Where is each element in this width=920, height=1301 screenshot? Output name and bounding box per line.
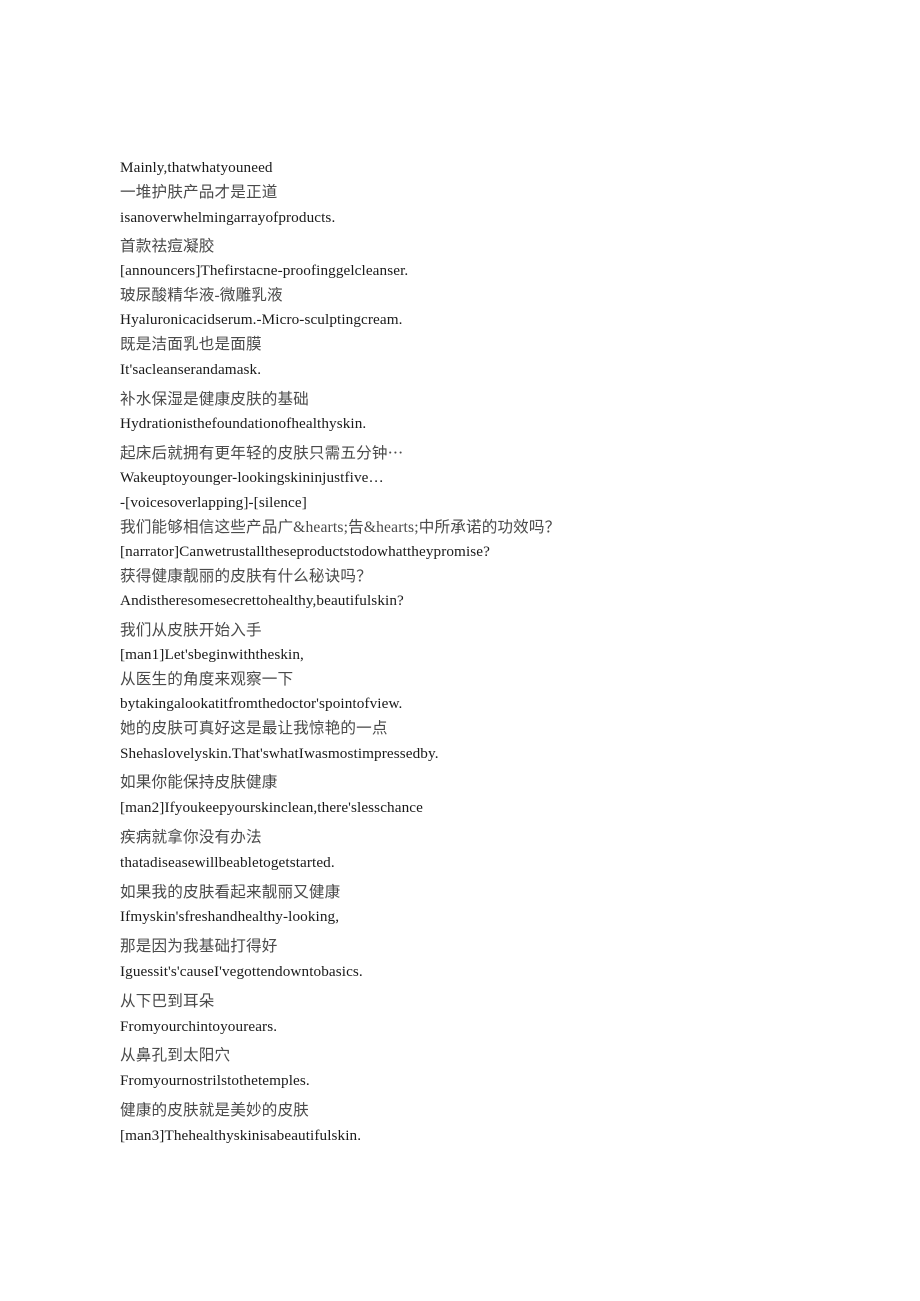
subtitle-line-english: It'sacleanserandamask. — [120, 360, 262, 378]
subtitle-group: 如果你能保持皮肤健康 [man2]Ifyoukeepyourskinclean,t… — [120, 771, 820, 821]
subtitle-group: 玻尿酸精华液-微雕乳液 Hyaluronicacidserum.-Micro-sc… — [120, 284, 820, 333]
subtitle-line-english: [narrator]Canwetrustalltheseproductstodo… — [120, 542, 490, 560]
subtitle-line-chinese: 从下巴到耳朵 — [120, 992, 215, 1010]
subtitle-group: 那是因为我基础打得好 Iguessit's'causeI'vegottendown… — [120, 935, 820, 985]
subtitle-line-english: Andistheresomesecrettohealthy,beautifuls… — [120, 592, 404, 610]
subtitle-line-english: thatadiseasewillbeabletogetstarted. — [120, 853, 335, 871]
subtitle-line-chinese: 那是因为我基础打得好 — [120, 938, 278, 956]
subtitle-line-chinese: 玻尿酸精华液-微雕乳液 — [120, 287, 283, 305]
subtitle-line-chinese: 我们从皮肤开始入手 — [120, 622, 262, 640]
subtitle-group: 起床后就拥有更年轻的皮肤只需五分钟⋯ Wakeuptoyounger-lookin… — [120, 442, 820, 516]
subtitle-line-english: Hydrationisthefoundationofhealthyskin. — [120, 415, 367, 433]
subtitle-line-chinese: 既是洁面乳也是面膜 — [120, 335, 262, 353]
subtitle-line-chinese: 获得健康靓丽的皮肤有什么秘诀吗？ — [120, 567, 372, 585]
subtitle-line-chinese: 健康的皮肤就是美妙的皮肤 — [120, 1101, 309, 1119]
subtitle-line-english: Iguessit's'causeI'vegottendowntobasics. — [120, 962, 363, 980]
subtitle-line-chinese: 如果我的皮肤看起来靓丽又健康 — [120, 883, 341, 901]
subtitle-line-english: [announcers]Thefirstacne-proofinggelclea… — [120, 262, 409, 280]
subtitle-line-chinese: 起床后就拥有更年轻的皮肤只需五分钟⋯ — [120, 445, 404, 463]
document-page: Mainly,thatwhatyouneed 一堆护肤产品才是正道 isanover… — [0, 0, 920, 1301]
subtitle-line-chinese: 首款祛痘凝胶 — [120, 238, 215, 256]
subtitle-group: 补水保湿是健康皮肤的基础 Hydrationisthefoundationofhe… — [120, 388, 820, 438]
subtitle-line-chinese: 从鼻孔到太阳穴 — [120, 1047, 231, 1065]
subtitle-line-chinese: 补水保湿是健康皮肤的基础 — [120, 390, 309, 408]
subtitle-group: 我们从皮肤开始入手 [man1]Let'sbeginwiththeskin, — [120, 619, 820, 668]
subtitle-line-english: Ifmyskin'sfreshandhealthy-looking, — [120, 908, 340, 926]
subtitle-line-english: bytakingalookatitfromthedoctor'spointofv… — [120, 694, 403, 712]
subtitle-line-chinese: 如果你能保持皮肤健康 — [120, 774, 278, 792]
subtitle-line-english: -[voicesoverlapping]-[silence] — [120, 493, 307, 511]
subtitle-line-chinese: 疾病就拿你没有办法 — [120, 828, 262, 846]
subtitle-line-english: [man3]Thehealthyskinisabeautifulskin. — [120, 1126, 362, 1144]
subtitle-group: 从鼻孔到太阳穴 Fromyournostrilstothetemples. — [120, 1044, 820, 1094]
subtitle-line-english: Hyaluronicacidserum.-Micro-sculptingcrea… — [120, 311, 403, 329]
subtitle-group: 如果我的皮肤看起来靓丽又健康 Ifmyskin'sfreshandhealthy-… — [120, 881, 820, 931]
subtitle-line-english: [man2]Ifyoukeepyourskinclean,there'sless… — [120, 799, 423, 817]
subtitle-group: 从医生的角度来观察一下 bytakingalookatitfromthedocto… — [120, 668, 820, 717]
subtitle-line-english: Fromyournostrilstothetemples. — [120, 1072, 310, 1090]
subtitle-group: 她的皮肤可真好这是最让我惊艳的一点 Shehaslovelyskin.That's… — [120, 717, 820, 767]
subtitle-line-chinese: 一堆护肤产品才是正道 — [120, 183, 278, 201]
transcript-body: Mainly,thatwhatyouneed 一堆护肤产品才是正道 isanover… — [120, 156, 820, 1154]
subtitle-group: 健康的皮肤就是美妙的皮肤 [man3]Thehealthyskinisabeaut… — [120, 1099, 820, 1149]
subtitle-line-english: Wakeuptoyounger-lookingskininjustfive… — [120, 469, 384, 487]
subtitle-group: 首款祛痘凝胶 [announcers]Thefirstacne-proofingg… — [120, 235, 820, 284]
subtitle-group: 我们能够相信这些产品广&hearts;告&hearts;中所承诺的功效吗？ [na… — [120, 516, 820, 565]
subtitle-line-english: isanoverwhelmingarrayofproducts. — [120, 208, 336, 226]
subtitle-group: 既是洁面乳也是面膜 It'sacleanserandamask. — [120, 333, 820, 383]
subtitle-line-chinese: 我们能够相信这些产品广&hearts;告&hearts;中所承诺的功效吗？ — [120, 518, 561, 536]
subtitle-group: 获得健康靓丽的皮肤有什么秘诀吗？ Andistheresomesecrettohe… — [120, 565, 820, 615]
subtitle-group: 从下巴到耳朵 Fromyourchintoyourears. — [120, 990, 820, 1040]
subtitle-line-english: [man1]Let'sbeginwiththeskin, — [120, 646, 304, 664]
subtitle-line-chinese: 她的皮肤可真好这是最让我惊艳的一点 — [120, 719, 388, 737]
subtitle-group: Mainly,thatwhatyouneed 一堆护肤产品才是正道 isanover… — [120, 156, 820, 230]
subtitle-line-chinese: 从医生的角度来观察一下 — [120, 670, 294, 688]
subtitle-line-english: Fromyourchintoyourears. — [120, 1017, 278, 1035]
subtitle-line-english: Mainly,thatwhatyouneed — [120, 159, 273, 176]
subtitle-line-english: Shehaslovelyskin.That'swhatIwasmostimpre… — [120, 744, 439, 762]
subtitle-group: 疾病就拿你没有办法 thatadiseasewillbeabletogetstar… — [120, 826, 820, 876]
